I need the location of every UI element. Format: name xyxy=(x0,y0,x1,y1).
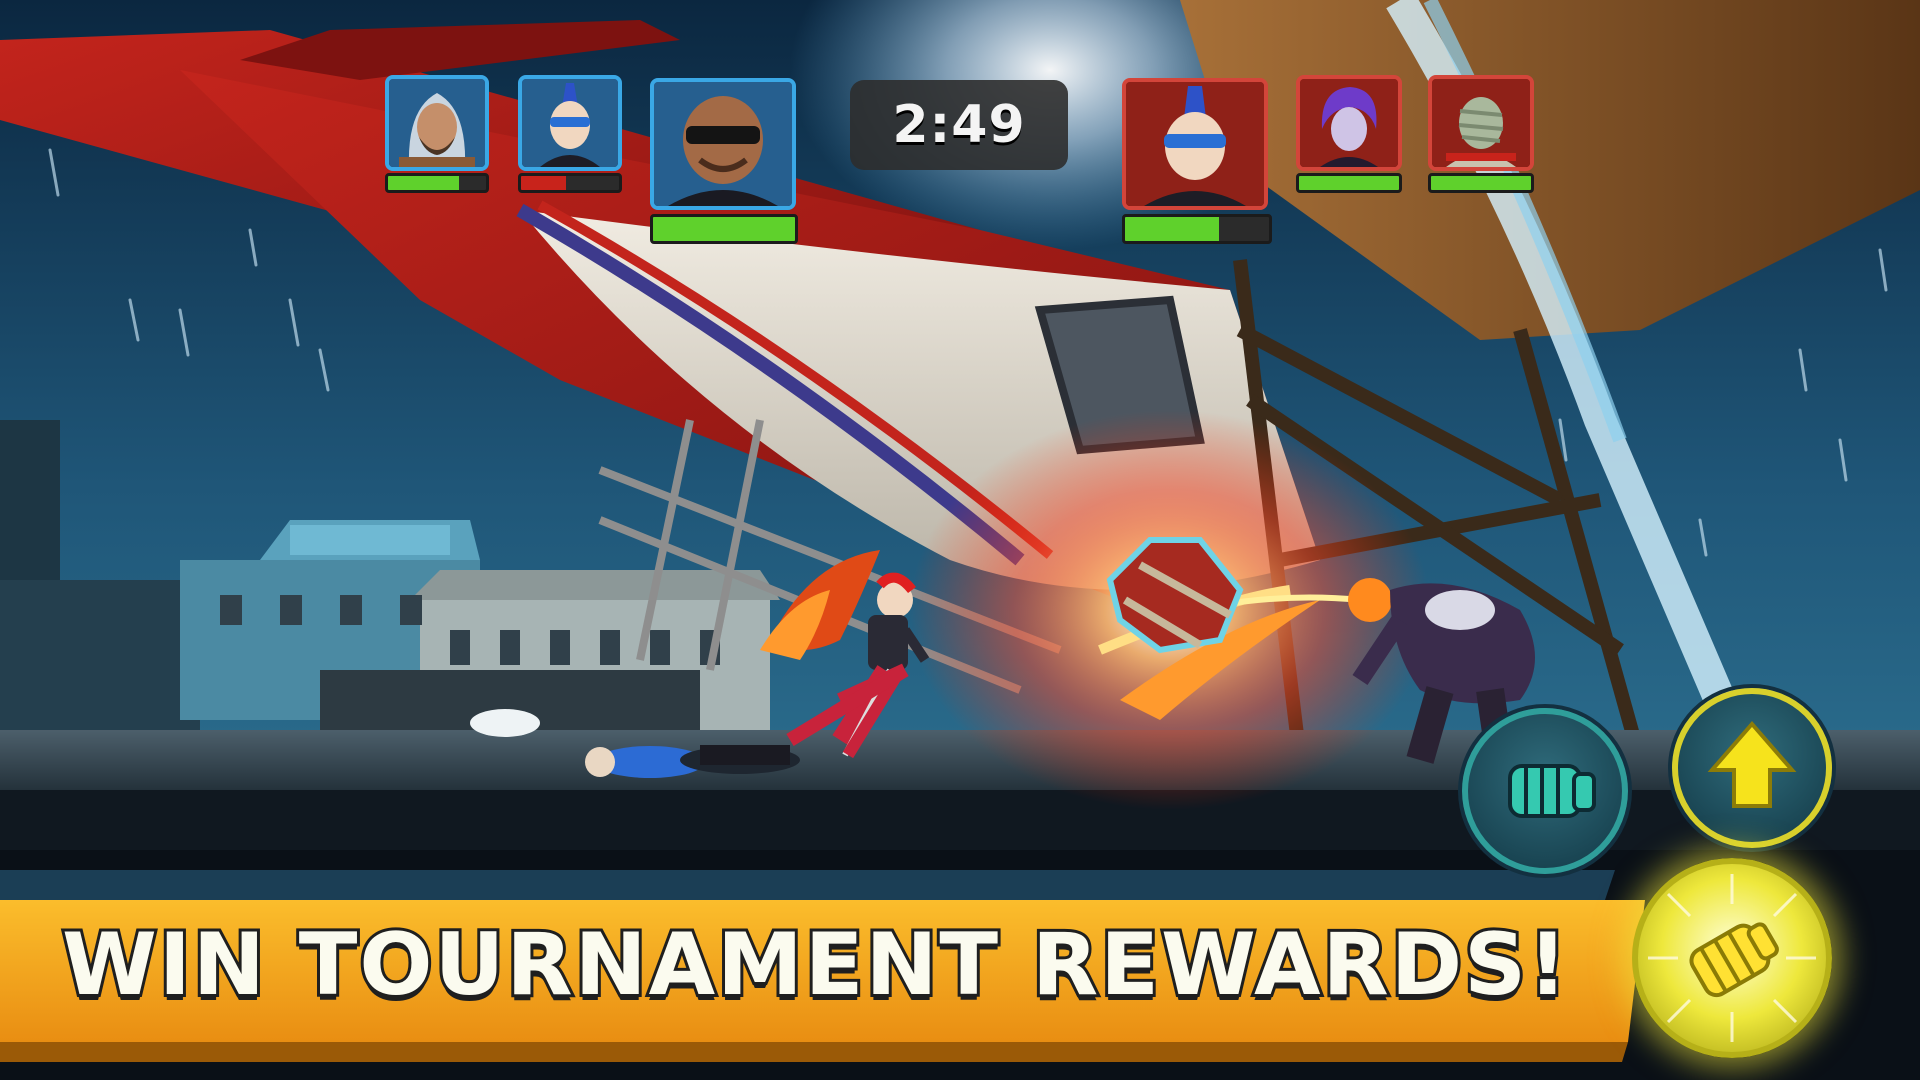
special-attack-button[interactable] xyxy=(1632,858,1832,1058)
left-team-portrait-1 xyxy=(385,75,489,197)
hp-fill xyxy=(653,217,795,241)
right-team-portrait-1 xyxy=(1122,78,1272,246)
right-team-portrait-3 xyxy=(1428,75,1534,197)
left-team-portrait-3 xyxy=(650,78,798,246)
hp-fill xyxy=(1299,176,1399,190)
match-timer: 2:49 xyxy=(850,80,1068,170)
hp-fill xyxy=(521,176,567,190)
banner-headline: WIN TOURNAMENT REWARDS! xyxy=(59,912,1570,1018)
hooded-desert-fighter-portrait-icon xyxy=(389,79,485,167)
bald-sunglasses-brawler-portrait-icon xyxy=(654,82,792,206)
bandaged-mummy-fighter-portrait-icon xyxy=(1432,79,1530,167)
hp-fill xyxy=(1125,217,1219,241)
hp-fill xyxy=(388,176,459,190)
hp-fill xyxy=(1431,176,1531,190)
punk-goggles-fighter-portrait-icon xyxy=(1126,82,1264,206)
fist-icon xyxy=(1508,764,1596,818)
punk-goggles-fighter-portrait-icon xyxy=(522,79,618,167)
punch-button[interactable] xyxy=(1462,708,1628,874)
power-fist-icon xyxy=(1648,874,1816,1042)
purple-hair-fighter-portrait-icon xyxy=(1300,79,1398,167)
up-arrow-icon xyxy=(1707,720,1797,808)
left-team-portrait-2 xyxy=(518,75,622,197)
jump-button[interactable] xyxy=(1672,688,1832,848)
right-team-portrait-2 xyxy=(1296,75,1402,197)
